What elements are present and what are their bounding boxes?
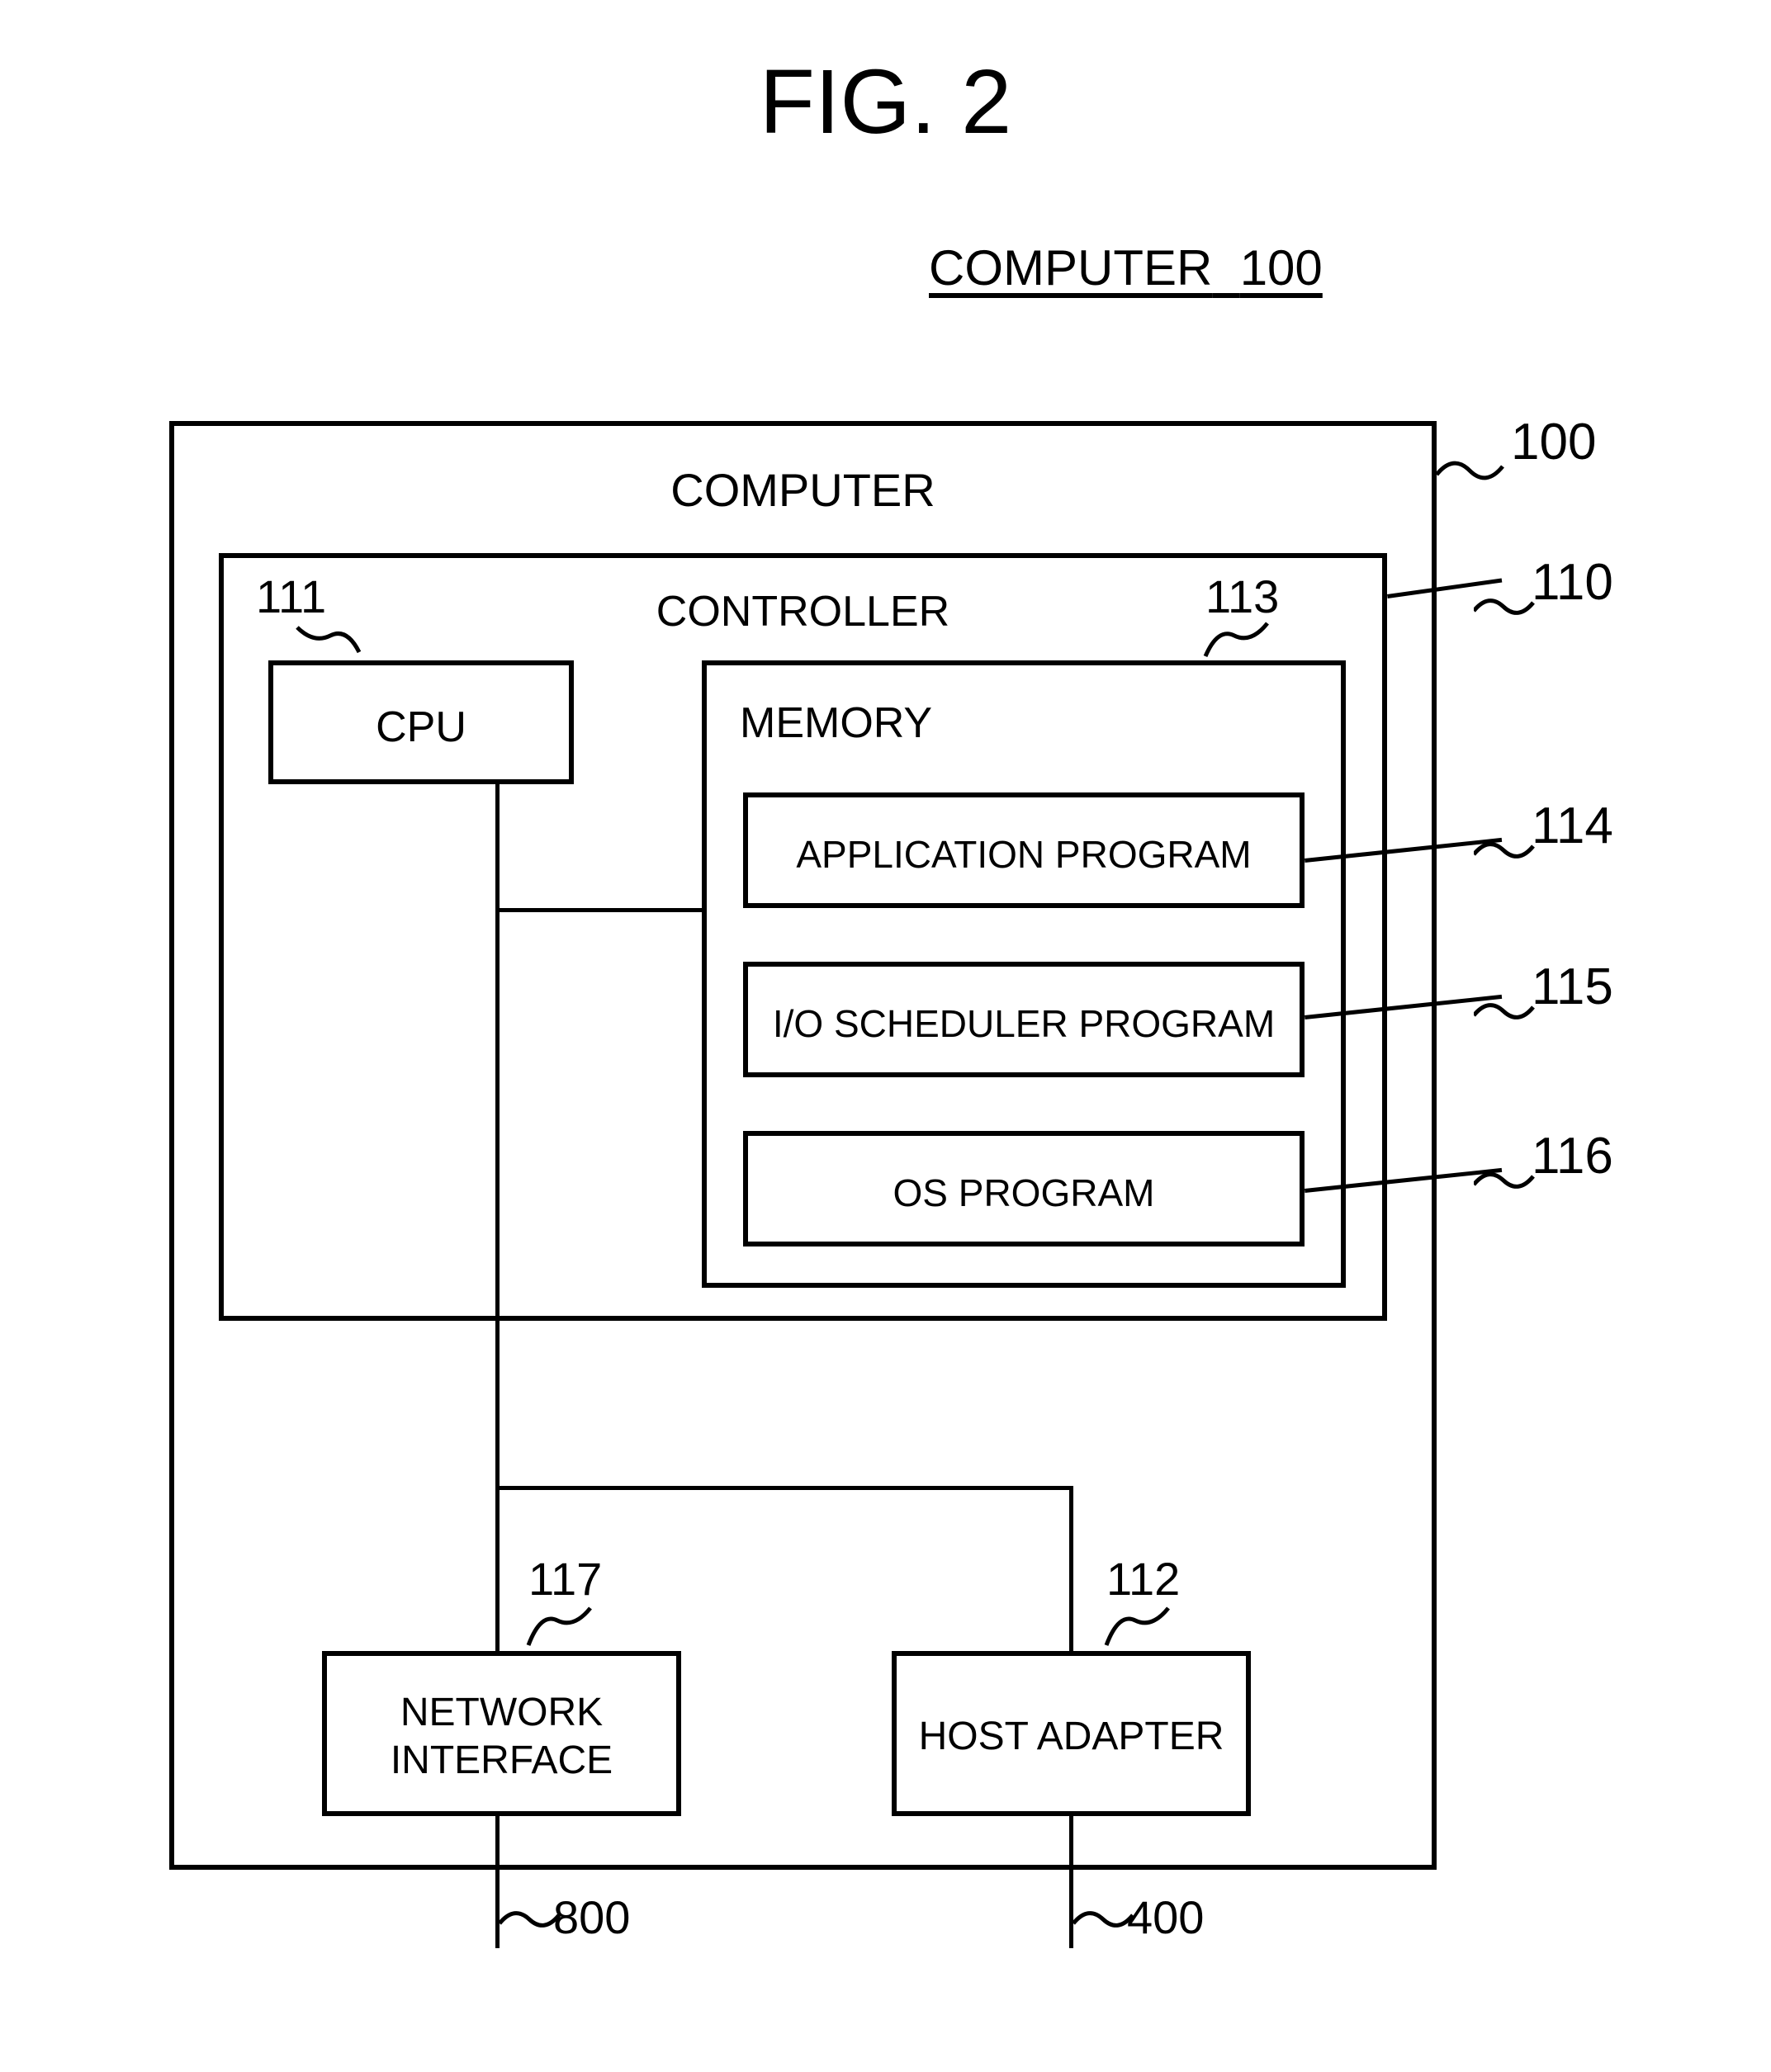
memory-label: MEMORY (740, 698, 932, 748)
iosched-ref: 115 (1532, 958, 1613, 1016)
cpu-label: CPU (273, 702, 569, 752)
connector-cpu-vert (495, 784, 500, 1552)
os-program-box: OS PROGRAM (743, 1131, 1305, 1247)
hostadapter-ref: 112 (1106, 1552, 1180, 1606)
host-adapter-label: HOST ADAPTER (897, 1714, 1246, 1759)
figure-subtitle: COMPUTER 100 (929, 239, 1323, 296)
network-interface-label: NETWORK INTERFACE (327, 1689, 676, 1784)
conn-right-ref: 400 (1127, 1890, 1204, 1944)
connector-netif-vert (495, 1552, 500, 1651)
os-ref: 116 (1532, 1127, 1613, 1185)
host-adapter-box: HOST ADAPTER (892, 1651, 1251, 1816)
io-scheduler-box: I/O SCHEDULER PROGRAM (743, 962, 1305, 1077)
netif-line1: NETWORK (327, 1689, 676, 1737)
netif-ref: 117 (528, 1552, 602, 1606)
network-interface-box: NETWORK INTERFACE (322, 1651, 681, 1816)
conn-left-ref: 800 (553, 1890, 630, 1944)
connector-cpu-memory (495, 908, 702, 912)
computer-ref: 100 (1511, 413, 1596, 471)
subtitle-text: COMPUTER (929, 240, 1212, 296)
computer-label: COMPUTER (174, 463, 1432, 517)
controller-ref: 110 (1532, 553, 1613, 612)
cpu-box: CPU (268, 660, 574, 784)
netif-line2: INTERFACE (327, 1737, 676, 1785)
figure-title: FIG. 2 (0, 50, 1771, 154)
computer-ref-leader (1437, 446, 1511, 499)
io-scheduler-label: I/O SCHEDULER PROGRAM (748, 1001, 1300, 1046)
connector-bus-horiz (495, 1486, 1073, 1490)
application-program-box: APPLICATION PROGRAM (743, 792, 1305, 908)
connector-hostadapter-vert (1069, 1486, 1073, 1651)
os-program-label: OS PROGRAM (748, 1171, 1300, 1215)
app-ref: 114 (1532, 797, 1613, 855)
subtitle-ref: 100 (1240, 240, 1323, 296)
application-program-label: APPLICATION PROGRAM (748, 832, 1300, 877)
